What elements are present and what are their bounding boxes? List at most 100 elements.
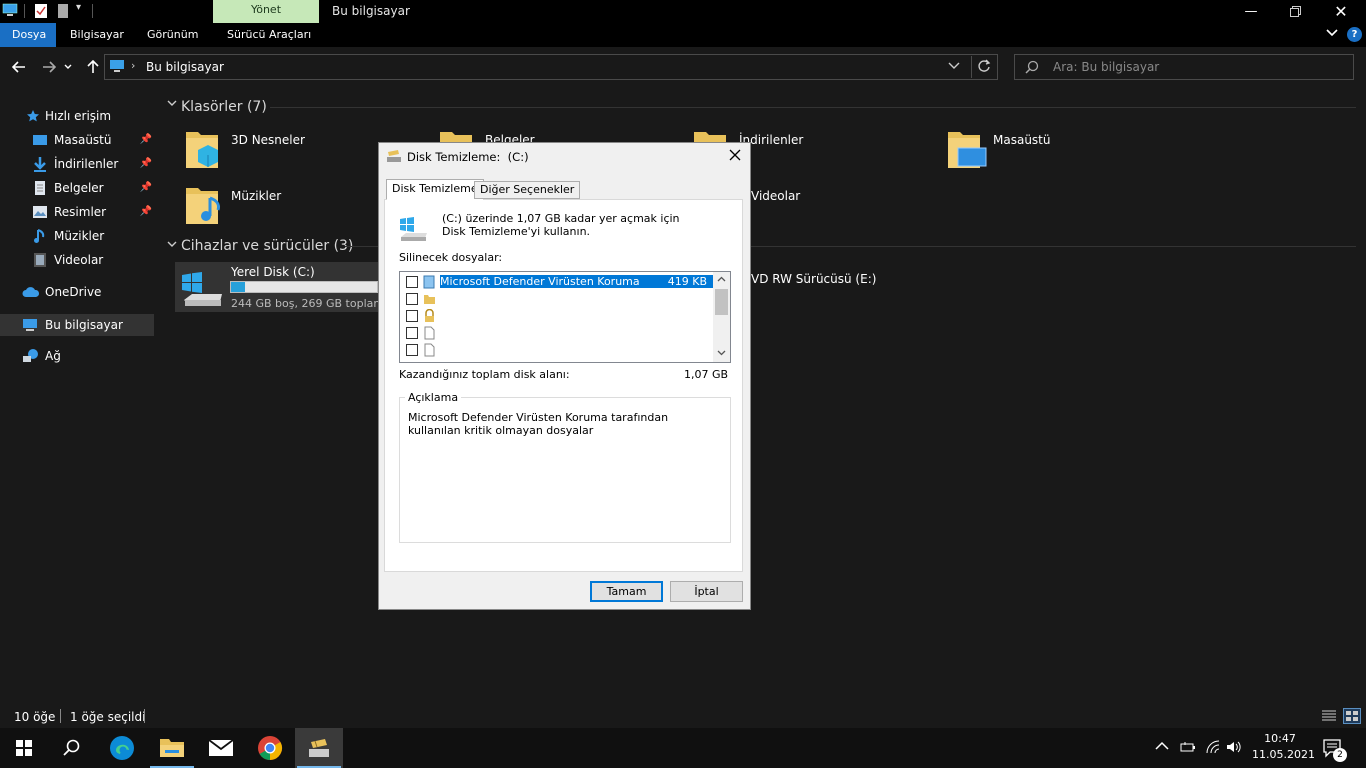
checkbox[interactable]: ✓ [406, 275, 418, 288]
list-item[interactable]: ✓ Windows hata raporları ve geri bildiri… [401, 324, 713, 341]
collapse-chevron-icon[interactable] [167, 241, 177, 249]
item-size: 0 bayt [671, 343, 707, 356]
show-hidden-icons-icon[interactable] [1155, 741, 1169, 751]
tab-drive-tools[interactable]: Sürücü Araçları [215, 23, 323, 47]
collapse-chevron-icon[interactable] [167, 100, 177, 108]
list-item[interactable]: ✓ Microsoft Defender Virüsten Koruma 419… [401, 273, 713, 290]
customize-toolbar-icon[interactable]: ▾ [76, 2, 81, 13]
description-text: Microsoft Defender Virüsten Koruma taraf… [408, 411, 669, 437]
folder-3d-objects-icon[interactable] [184, 128, 222, 172]
folder-music-icon[interactable] [184, 184, 222, 228]
divider [60, 709, 61, 723]
checkbox[interactable]: ✓ [406, 309, 418, 322]
dvd-drive-label[interactable]: VD RW Sürücüsü (E:) [751, 272, 876, 286]
checkbox[interactable]: ✓ [406, 343, 418, 356]
list-item[interactable]: ✓ Karşıdan Yüklenen Program Dosyaları 0 … [401, 290, 713, 307]
mail-icon[interactable] [197, 728, 245, 768]
sidebar-item-label: Ağ [45, 349, 61, 363]
pin-icon[interactable]: 📌 [140, 153, 152, 175]
tab-disk-cleanup[interactable]: Disk Temizleme [386, 179, 484, 200]
sidebar-item-downloads[interactable]: İndirilenler 📌 [0, 153, 156, 175]
manage-context-tab[interactable]: Yönet [213, 0, 319, 23]
dialog-title-text: Disk Temizleme: [407, 150, 501, 164]
shield-file-icon [423, 275, 436, 289]
pin-icon[interactable]: 📌 [140, 177, 152, 199]
search-icon [1025, 60, 1039, 74]
sidebar-item-onedrive[interactable]: OneDrive [0, 281, 156, 303]
disk-cleanup-taskbar-icon[interactable] [295, 728, 343, 768]
scroll-down-icon[interactable] [717, 350, 726, 356]
sidebar-item-label: İndirilenler [54, 157, 119, 171]
file-explorer-icon[interactable] [148, 728, 196, 768]
tab-view[interactable]: Görünüm [135, 23, 210, 47]
details-view-icon[interactable] [1321, 709, 1337, 723]
search-button[interactable] [48, 728, 96, 768]
sidebar-item-videos[interactable]: Videolar [0, 249, 156, 271]
chrome-icon[interactable] [246, 728, 294, 768]
up-button[interactable] [81, 55, 105, 79]
folders-section-header[interactable]: Klasörler (7) [181, 99, 267, 115]
sidebar-item-pictures[interactable]: Resimler 📌 [0, 201, 156, 223]
minimize-button[interactable]: — [1228, 0, 1274, 23]
documents-icon [32, 180, 48, 196]
back-button[interactable] [7, 55, 31, 79]
scroll-up-icon[interactable] [717, 276, 726, 282]
clock[interactable]: 10:47 11.05.2021 [1252, 732, 1315, 761]
devices-section-header[interactable]: Cihazlar ve sürücüler (3) [181, 238, 353, 254]
pin-icon[interactable]: 📌 [140, 201, 152, 223]
list-item[interactable]: ✓ Geçici Internet Dosyaları 123 MB [401, 307, 713, 324]
edge-icon[interactable] [98, 728, 146, 768]
cancel-button[interactable]: İptal [670, 581, 743, 602]
forward-button[interactable] [37, 55, 61, 79]
item-name: DirectX Gölgelendirici Önbelleği [440, 343, 616, 356]
folder-icon [423, 292, 436, 306]
start-button[interactable] [0, 728, 48, 768]
status-selected: 1 öğe seçildi [70, 710, 146, 724]
sidebar-item-quick-access[interactable]: Hızlı erişim [0, 105, 156, 127]
checkbox[interactable]: ✓ [406, 326, 418, 339]
volume-icon[interactable] [1226, 740, 1242, 754]
item-name: Karşıdan Yüklenen Program Dosyaları [440, 292, 646, 305]
battery-icon[interactable] [1180, 740, 1196, 754]
checkbox[interactable]: ✓ [406, 292, 418, 305]
sidebar-item-this-pc[interactable]: Bu bilgisayar [0, 314, 154, 336]
pin-icon[interactable]: 📌 [140, 129, 152, 151]
star-icon [26, 108, 40, 124]
folder-desktop-icon[interactable] [946, 128, 988, 172]
address-bar[interactable] [104, 54, 998, 80]
recent-locations-button[interactable] [61, 55, 75, 79]
refresh-icon[interactable] [977, 59, 991, 73]
computer-icon [22, 317, 38, 333]
chevron-down-icon[interactable] [1326, 28, 1338, 38]
tab-more-options[interactable]: Diğer Seçenekler [474, 181, 581, 199]
maximize-button[interactable] [1272, 0, 1318, 23]
sidebar-item-documents[interactable]: Belgeler 📌 [0, 177, 156, 199]
total-value: 1,07 GB [684, 368, 729, 381]
ok-button[interactable]: Tamam [590, 581, 663, 602]
breadcrumb-item[interactable]: Bu bilgisayar [146, 60, 224, 74]
properties-icon[interactable] [34, 3, 48, 19]
scroll-thumb[interactable] [715, 289, 728, 315]
sidebar-item-network[interactable]: Ağ [0, 345, 156, 367]
network-icon [22, 348, 40, 364]
new-folder-icon[interactable] [57, 3, 69, 19]
large-icons-view-icon[interactable] [1343, 708, 1361, 724]
tab-computer[interactable]: Bilgisayar [58, 23, 136, 47]
wifi-icon[interactable] [1205, 740, 1221, 754]
local-disk-icon [180, 272, 226, 308]
close-icon[interactable] [726, 146, 744, 164]
list-item[interactable]: ✓ DirectX Gölgelendirici Önbelleği 0 bay… [401, 341, 713, 358]
address-dropdown-icon[interactable] [948, 62, 960, 70]
computer-icon [2, 3, 18, 18]
help-icon[interactable]: ? [1347, 27, 1362, 42]
sidebar-item-desktop[interactable]: Masaüstü 📌 [0, 129, 156, 151]
tab-file[interactable]: Dosya [0, 23, 56, 47]
notification-badge: 2 [1333, 748, 1347, 762]
sidebar-item-music[interactable]: Müzikler [0, 225, 156, 247]
item-size: 12,1 MB [661, 326, 707, 339]
folder-videos[interactable]: Videolar [751, 189, 811, 203]
list-scrollbar[interactable] [713, 272, 730, 362]
close-button[interactable]: ✕ [1318, 0, 1364, 23]
drive-usage-fill [231, 282, 245, 292]
files-list[interactable]: ✓ Microsoft Defender Virüsten Koruma 419… [399, 271, 731, 363]
